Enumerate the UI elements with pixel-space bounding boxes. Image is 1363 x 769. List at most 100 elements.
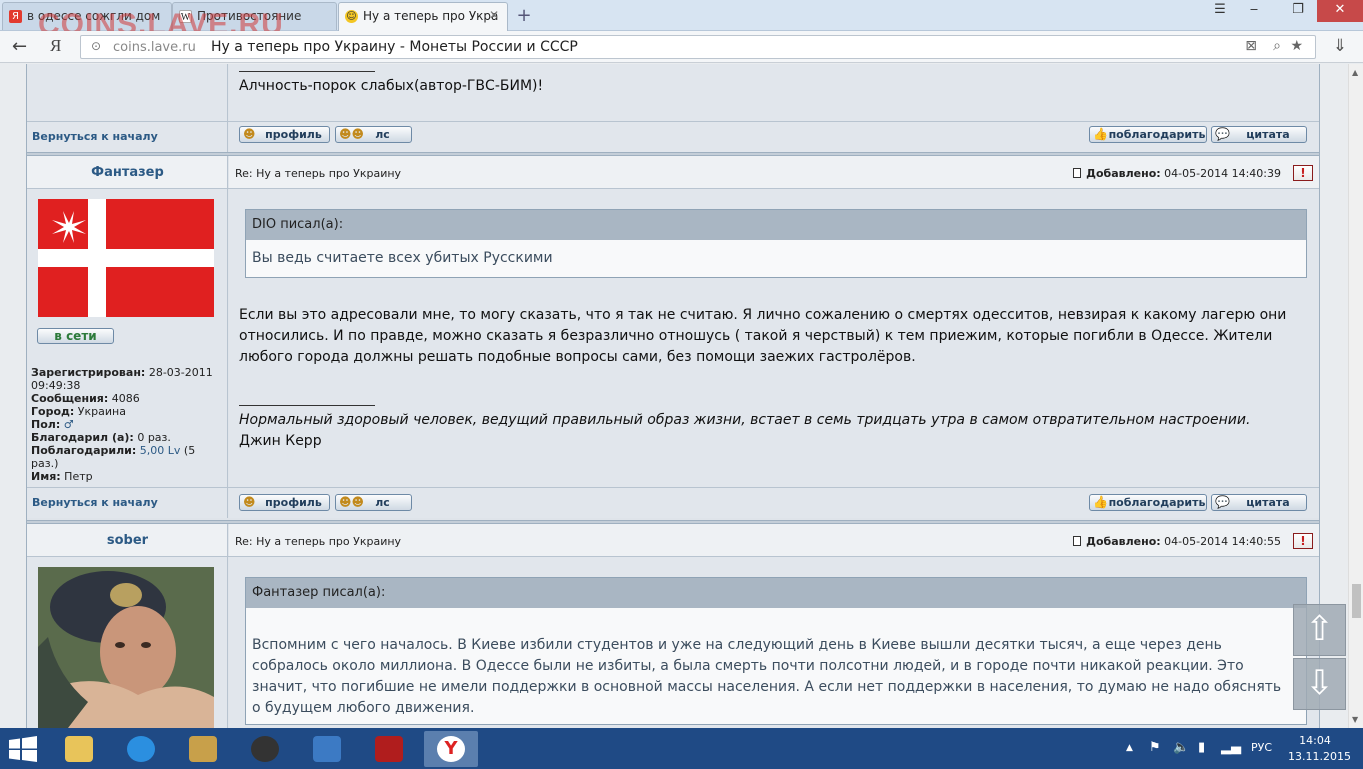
back-to-top-link[interactable]: Вернуться к началу [32,130,158,143]
quote-button[interactable]: 💬 цитата [1211,494,1307,511]
online-status-badge: в сети [37,328,114,344]
zoom-icon[interactable]: ⌕ [1273,38,1281,54]
language-indicator[interactable]: РУС [1251,741,1272,754]
author-name[interactable]: sober [27,533,228,548]
quote-header: Фантазер писал(а): [246,578,1306,608]
site-info-icon[interactable]: ⊙ [91,39,101,53]
file-explorer-app[interactable] [52,731,106,767]
yandex-icon: Я [9,10,22,23]
bookmark-star-icon[interactable]: ★ [1290,38,1303,54]
new-tab-button[interactable]: + [514,5,534,26]
camera-app[interactable] [176,731,230,767]
menu-icon[interactable]: ☰ [1203,0,1237,22]
blocked-content-icon[interactable]: ⊠ [1245,38,1257,54]
author-profile: в сети Зарегистрирован: 28-03-2011 09:49… [27,189,228,487]
page-viewport: Алчность-порок слабых(автор-ГВС-БИМ)! Ве… [0,64,1348,728]
author-cell: sober [27,524,228,556]
thank-button[interactable]: 👍 поблагодарить [1089,494,1207,511]
thanked-label: Благодарил (а): [31,431,134,444]
city-value: Украина [77,405,126,418]
internet-explorer-icon [127,736,155,762]
page-scrollbar[interactable]: ▲ ▼ [1348,64,1363,728]
users-icon: ☻☻ [339,495,365,509]
added-label: Добавлено: [1086,535,1161,548]
windows-taskbar: Y ▲ ⚑ 🔈 ▮ ▂▄ РУС 14:04 13.11.2015 [0,728,1363,769]
quote-label: цитата [1246,128,1290,141]
tab-label: в одессе сожгли дом [27,9,161,23]
post-subject: Re: Ну а теперь про Украину [235,167,402,180]
yandex-browser-icon: Y [437,736,465,762]
restore-icon[interactable]: ❐ [1281,0,1315,22]
tab-wikipedia[interactable]: W Противостояние [172,2,337,30]
author-meta: Зарегистрирован: 28-03-2011 09:49:38 Соо… [31,366,221,483]
post-link-icon[interactable] [1073,536,1082,546]
post-subject: Re: Ну а теперь про Украину [235,535,402,548]
yandex-browser-app[interactable]: Y [424,731,478,767]
camera-icon [189,736,217,762]
added-value: 04-05-2014 14:40:39 [1164,167,1281,180]
added-label: Добавлено: [1086,167,1161,180]
network-icon[interactable]: ▂▄ [1221,740,1241,755]
forum-table: Алчность-порок слабых(автор-ГВС-БИМ)! Ве… [26,64,1320,728]
signature-quote: Нормальный здоровый человек, ведущий пра… [239,412,1251,428]
settings-app[interactable] [300,731,354,767]
report-icon[interactable]: ! [1293,533,1313,549]
flag-icon[interactable]: ⚑ [1149,740,1161,755]
post-body: Фантазер писал(а): Вспомним с чего начал… [229,557,1319,728]
close-window-icon[interactable]: ✕ [1317,0,1363,22]
thank-button[interactable]: 👍 поблагодарить [1089,126,1207,143]
tray-expand-icon[interactable]: ▲ [1126,743,1133,753]
post-body: DIO писал(а): Вы ведь считаете всех убит… [229,189,1319,487]
quote-button[interactable]: 💬 цитата [1211,126,1307,143]
yandex-button[interactable]: Я [50,36,61,56]
avatar [38,567,214,728]
back-button[interactable]: ← [12,36,27,57]
address-domain: coins.lave.ru [113,40,196,55]
profile-button[interactable]: ☻ профиль [239,126,330,143]
thumbs-up-icon: 👍 [1093,495,1108,509]
scrollbar-thumb[interactable] [1352,584,1361,618]
scroll-down-arrow-icon[interactable]: ▼ [1352,715,1358,724]
tab-yandex[interactable]: Я в одессе сожгли дом [2,2,172,30]
avatar [38,199,214,317]
profile-label: профиль [265,496,322,509]
address-bar[interactable]: ⊙ coins.lave.ru Ну а теперь про Украину … [80,35,1316,59]
thanks-value-link[interactable]: 5,00 Lv [140,444,181,457]
wikipedia-icon: W [179,10,192,23]
clock[interactable]: 14:04 13.11.2015 [1288,733,1351,765]
gender-label: Пол: [31,418,61,431]
speaker-app[interactable] [238,731,292,767]
report-icon[interactable]: ! [1293,165,1313,181]
added-value: 04-05-2014 14:40:55 [1164,535,1281,548]
prev-post-body: Алчность-порок слабых(автор-ГВС-БИМ)! [229,64,1319,121]
pm-label: лс [375,496,390,509]
download-icon[interactable]: ⇓ [1333,36,1347,56]
volume-icon[interactable]: 🔈 [1173,740,1189,755]
scroll-up-button[interactable]: ⇧ [1293,604,1346,656]
back-to-top-link[interactable]: Вернуться к началу [32,496,158,509]
address-title: Ну а теперь про Украину - Монеты России … [211,39,578,55]
author-cell: Фантазер [27,156,228,188]
battery-icon[interactable]: ▮ [1198,740,1205,755]
author-name[interactable]: Фантазер [27,165,228,180]
windows-start-icon[interactable] [8,736,38,762]
tab-active[interactable]: ☺ Ну а теперь про Укра ✕ [338,2,508,31]
post-actions-left: Вернуться к началу [27,488,228,518]
pm-button[interactable]: ☻☻ лс [335,494,412,511]
address-row: ← Я ⊙ coins.lave.ru Ну а теперь про Укра… [0,31,1363,63]
scroll-down-button[interactable]: ⇩ [1293,658,1346,710]
user-icon: ☻ [243,127,256,141]
post-link-icon[interactable] [1073,168,1082,178]
internet-explorer-app[interactable] [114,731,168,767]
quote-text: Вспомним с чего началось. В Киеве избили… [252,637,1282,716]
prev-actions-left: Вернуться к началу [27,122,228,152]
power-app[interactable] [362,731,416,767]
author-profile [27,557,228,728]
minimize-icon[interactable]: ‒ [1237,0,1271,22]
male-icon: ♂ [63,418,74,431]
close-tab-icon[interactable]: ✕ [489,8,499,22]
pm-button[interactable]: ☻☻ лс [335,126,412,143]
scroll-up-arrow-icon[interactable]: ▲ [1352,68,1358,77]
settings-icon [313,736,341,762]
profile-button[interactable]: ☻ профиль [239,494,330,511]
